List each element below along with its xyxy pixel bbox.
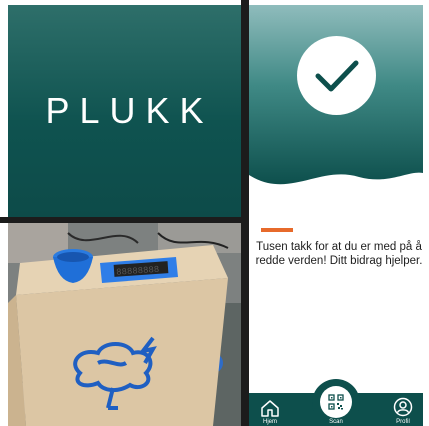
nav-item-profile[interactable]: Profil [383, 393, 423, 426]
qr-code-icon [328, 394, 344, 410]
plukk-logo-text: PLUKK [45, 90, 214, 131]
scan-button-inner[interactable] [320, 386, 352, 418]
home-icon [261, 400, 279, 417]
nav-label-home: Hjem [262, 419, 277, 425]
divider-vertical [241, 0, 249, 426]
nav-label-profile: Profil [396, 419, 410, 425]
header-wave [249, 172, 423, 205]
phone-screen: Tusen takk for at du er med på å redde v… [249, 5, 423, 426]
accent-line [261, 228, 293, 232]
device-photo-illustration: 88888888 [8, 223, 241, 426]
device-photo: 88888888 [8, 223, 241, 426]
nav-item-home[interactable]: Hjem [250, 393, 290, 426]
thank-you-message: Tusen takk for at du er med på å redde v… [255, 241, 423, 267]
success-badge [297, 36, 376, 115]
right-margin [423, 0, 429, 426]
user-icon [393, 397, 413, 417]
plukk-logo-panel: PLUKK [8, 5, 241, 217]
nav-label-scan: Scan [329, 419, 343, 425]
checkmark-icon [315, 60, 358, 91]
